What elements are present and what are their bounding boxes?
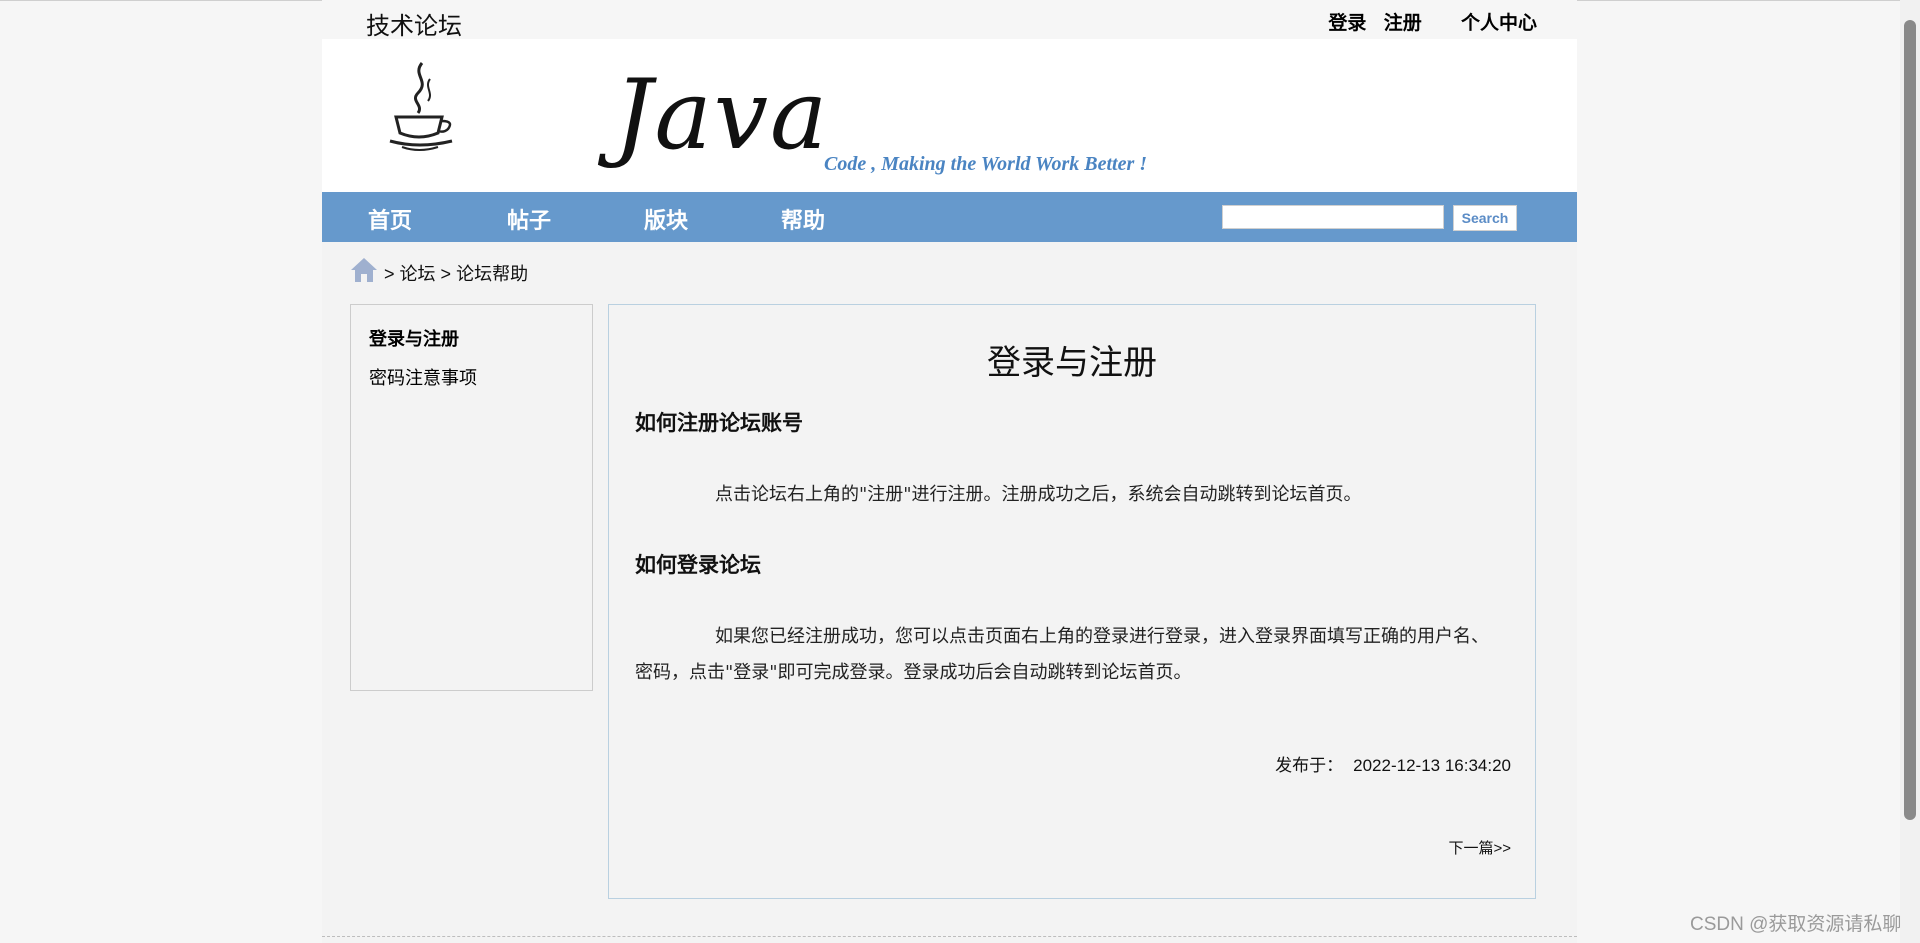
section-body: 如果您已经注册成功，您可以点击页面右上角的登录进行登录，进入登录界面填写正确的用… — [635, 626, 1489, 683]
breadcrumb-forum[interactable]: 论坛 — [400, 264, 436, 284]
login-link[interactable]: 登录 — [1328, 13, 1366, 34]
sidebar-item-login-register[interactable]: 登录与注册 — [369, 325, 459, 351]
help-sidebar: 登录与注册 密码注意事项 — [350, 304, 593, 691]
published-info: 发布于： 2022-12-13 16:34:20 — [1275, 751, 1511, 776]
footer-divider — [322, 936, 1577, 937]
next-article-link[interactable]: 下一篇>> — [1448, 837, 1511, 858]
breadcrumb-separator: > — [384, 264, 395, 284]
main-nav: 首页 帖子 版块 帮助 Search — [322, 192, 1577, 242]
published-time: 2022-12-13 16:34:20 — [1353, 756, 1511, 775]
sidebar-item-password-notes[interactable]: 密码注意事项 — [369, 364, 477, 390]
published-label: 发布于： — [1275, 756, 1344, 775]
breadcrumb-trail: > 论坛 > 论坛帮助 — [384, 260, 528, 286]
article-panel: 登录与注册 如何注册论坛账号 点击论坛右上角的"注册"进行注册。注册成功之后，系… — [608, 304, 1536, 899]
vertical-scrollbar[interactable] — [1900, 0, 1920, 943]
java-logo-text: Java — [614, 59, 830, 171]
watermark: CSDN @获取资源请私聊 — [1690, 914, 1902, 935]
nav-sections[interactable]: 版块 — [644, 203, 688, 235]
breadcrumb-separator: > — [440, 264, 452, 284]
site-title: 技术论坛 — [366, 13, 462, 40]
nav-home[interactable]: 首页 — [368, 203, 412, 235]
page-container: 技术论坛 登录 注册 个人中心 Java Code , Making the W… — [322, 0, 1577, 943]
scrollbar-thumb[interactable] — [1904, 20, 1916, 820]
java-cup-icon — [389, 62, 453, 151]
banner: Java Code , Making the World Work Better… — [322, 39, 1577, 192]
search-button[interactable]: Search — [1453, 205, 1517, 231]
section-heading: 如何注册论坛账号 — [635, 410, 803, 435]
home-icon[interactable] — [350, 256, 378, 284]
top-bar: 技术论坛 登录 注册 个人中心 — [322, 0, 1577, 40]
section-heading: 如何登录论坛 — [635, 552, 761, 577]
register-link[interactable]: 注册 — [1384, 13, 1422, 34]
nav-posts[interactable]: 帖子 — [507, 203, 551, 235]
banner-slogan: Code , Making the World Work Better ! — [824, 153, 1148, 175]
section-body: 点击论坛右上角的"注册"进行注册。注册成功之后，系统会自动跳转到论坛首页。 — [715, 484, 1362, 505]
profile-link[interactable]: 个人中心 — [1461, 13, 1537, 34]
breadcrumb-forum-help[interactable]: 论坛帮助 — [456, 264, 528, 284]
search-input[interactable] — [1222, 205, 1444, 229]
article-title: 登录与注册 — [987, 344, 1157, 382]
top-links: 登录 注册 个人中心 — [1328, 8, 1537, 35]
nav-help[interactable]: 帮助 — [781, 203, 825, 235]
